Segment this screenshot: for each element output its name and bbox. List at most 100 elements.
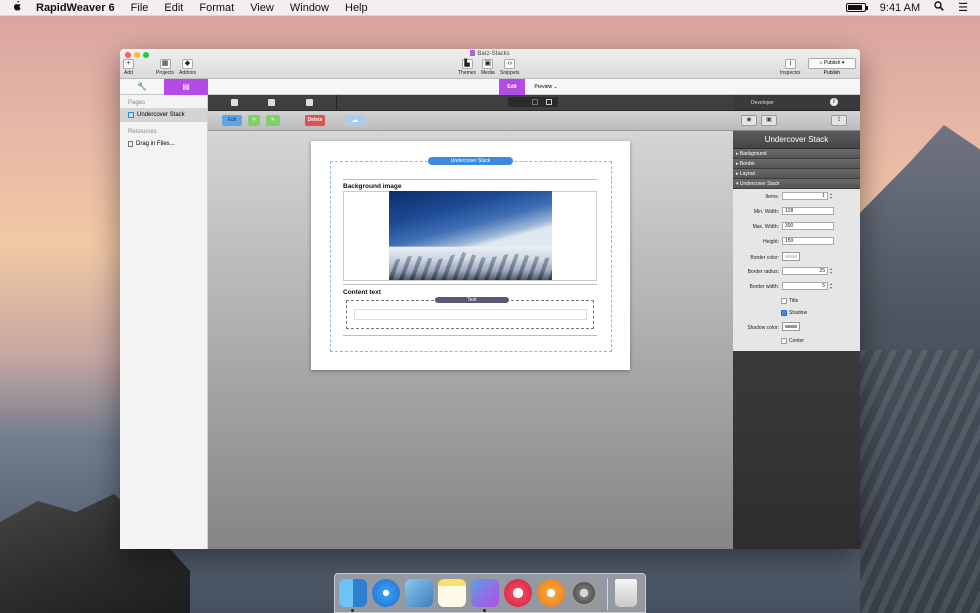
border-width-field[interactable]: 5: [782, 282, 828, 290]
border-color-well[interactable]: [782, 252, 800, 261]
border-color-swatch: [785, 255, 797, 258]
partials-icon[interactable]: [268, 99, 275, 106]
section-background[interactable]: ▸ Background: [733, 149, 860, 159]
chevron-down-icon: ▾: [840, 60, 845, 66]
notification-list-icon[interactable]: ☰: [958, 1, 968, 14]
dock-separator: [607, 578, 608, 610]
battery-icon[interactable]: [845, 3, 868, 12]
cloud-icon: ☁: [351, 117, 359, 124]
export-icon[interactable]: ⇪: [831, 115, 847, 126]
clock[interactable]: 9:41 AM: [880, 2, 920, 14]
small-view-icon[interactable]: [532, 99, 538, 105]
trash-icon[interactable]: [615, 579, 637, 607]
link-stack-button[interactable]: ⚲: [248, 115, 260, 126]
border-radius-stepper[interactable]: ▴ ▾: [830, 267, 834, 275]
addons-icon: ◆: [181, 59, 193, 69]
border-radius-label: Border radius:: [747, 269, 779, 275]
snippets-button[interactable]: ‹› Snippets: [500, 59, 519, 76]
section-border-label: Border: [739, 161, 755, 167]
shadow-checkbox[interactable]: [781, 310, 787, 316]
border-width-stepper[interactable]: ▴ ▾: [830, 282, 834, 290]
wrench-icon: 🔧: [137, 82, 147, 91]
unlink-stack-button[interactable]: ✎: [266, 115, 280, 126]
center-checkbox[interactable]: [781, 338, 787, 344]
system-preferences-icon[interactable]: [570, 579, 598, 607]
apple-menu-icon[interactable]: [0, 0, 34, 14]
background-photo[interactable]: [389, 191, 552, 280]
min-width-field[interactable]: 128: [782, 207, 834, 215]
large-view-icon[interactable]: [546, 99, 552, 105]
view-size-segmented-control[interactable]: [508, 97, 558, 107]
tab-tools[interactable]: 🔧: [120, 79, 164, 95]
undercover-stack-label[interactable]: Undercover Stack: [428, 157, 513, 165]
shadow-color-well[interactable]: [782, 322, 800, 331]
height-label: Height:: [763, 239, 779, 245]
image-icon[interactable]: [306, 99, 313, 106]
menu-file[interactable]: File: [123, 2, 157, 14]
edit-stack-button[interactable]: Edit: [222, 115, 242, 126]
developer-label[interactable]: Developer: [751, 100, 774, 106]
height-field[interactable]: 150: [782, 237, 834, 245]
menu-window[interactable]: Window: [282, 2, 337, 14]
text-stack-label[interactable]: Text: [435, 297, 509, 303]
tab-preview[interactable]: Preview ⌄: [525, 79, 567, 95]
addons-button[interactable]: ◆ Addons: [179, 59, 196, 76]
lock-icon[interactable]: ▣: [761, 115, 777, 126]
cloud-button[interactable]: ☁: [345, 115, 365, 126]
menu-format[interactable]: Format: [191, 2, 242, 14]
info-icon[interactable]: i: [830, 98, 838, 106]
section-layout[interactable]: ▸ Layout: [733, 169, 860, 179]
delete-button[interactable]: Delete: [305, 115, 325, 126]
notes-icon[interactable]: [438, 579, 466, 607]
link-icon: ⚲: [252, 117, 256, 123]
stacks-toolbar-bottom: Edit ⚲ ✎ Delete ☁: [208, 111, 733, 131]
sidebar-item-drag-files[interactable]: Drag in Files...: [120, 137, 207, 151]
stacks-library-icon[interactable]: [231, 99, 238, 106]
menu-app-name[interactable]: RapidWeaver 6: [34, 2, 123, 14]
finder-icon[interactable]: [339, 579, 367, 607]
running-indicator: [351, 609, 354, 612]
document-icon: [470, 50, 476, 56]
themes-button[interactable]: ▙ Themes: [458, 59, 476, 76]
itunes-icon[interactable]: [504, 579, 532, 607]
add-button[interactable]: + Add: [123, 59, 134, 76]
inspector-button[interactable]: i Inspector: [780, 59, 801, 76]
section-undercover-stack[interactable]: ▾ Undercover Stack: [733, 179, 860, 189]
sidebar: Pages Undercover Stack Resources Drag in…: [120, 95, 208, 549]
sidebar-item-undercover-stack[interactable]: Undercover Stack: [120, 108, 207, 122]
document-title-text: Barz-Stacks: [477, 51, 510, 57]
tab-pages[interactable]: ▤: [164, 79, 208, 95]
file-icon: [128, 141, 133, 147]
media-button[interactable]: ▣ Media: [481, 59, 495, 76]
section-border[interactable]: ▸ Border: [733, 159, 860, 169]
publish-dropdown[interactable]: ⌂ Publish ▾: [808, 58, 856, 69]
editor-area: Edit ⚲ ✎ Delete ☁ Undercover Stack Backg…: [208, 95, 733, 549]
search-icon[interactable]: [934, 1, 944, 14]
pages-heading: Pages: [128, 100, 146, 106]
max-width-field[interactable]: 300: [782, 222, 834, 230]
border-radius-field[interactable]: 25: [782, 267, 828, 275]
undercover-stack-settings: Items: 1 ▴ ▾ Min. Width: 128 Max. Width: …: [733, 189, 860, 351]
safari-icon[interactable]: [372, 579, 400, 607]
projects-button[interactable]: ▦ Projects: [156, 59, 174, 76]
title-checkbox[interactable]: [781, 298, 787, 304]
publish-button-text: Publish: [824, 60, 841, 66]
inspector-toolbar: ◉ ▣ ⇪: [733, 111, 860, 131]
menu-help[interactable]: Help: [337, 2, 376, 14]
menu-view[interactable]: View: [242, 2, 282, 14]
items-stepper[interactable]: ▴ ▾: [830, 192, 834, 200]
eye-icon[interactable]: ◉: [741, 115, 757, 126]
snippets-label: Snippets: [500, 70, 520, 76]
app-window: Barz-Stacks + Add ▦ Projects ◆ Addons ▙ …: [120, 49, 860, 549]
divider: [343, 179, 597, 180]
items-field[interactable]: 1: [782, 192, 828, 200]
dock: [334, 573, 646, 613]
content-text-field[interactable]: [354, 309, 587, 320]
ibooks-icon[interactable]: [537, 579, 565, 607]
tab-edit[interactable]: Edit: [499, 79, 525, 95]
inspector-header: Developer i: [733, 95, 860, 111]
rapidweaver-icon[interactable]: [471, 579, 499, 607]
pencil-icon: ✎: [270, 117, 276, 123]
menu-edit[interactable]: Edit: [156, 2, 191, 14]
preview-icon[interactable]: [405, 579, 433, 607]
